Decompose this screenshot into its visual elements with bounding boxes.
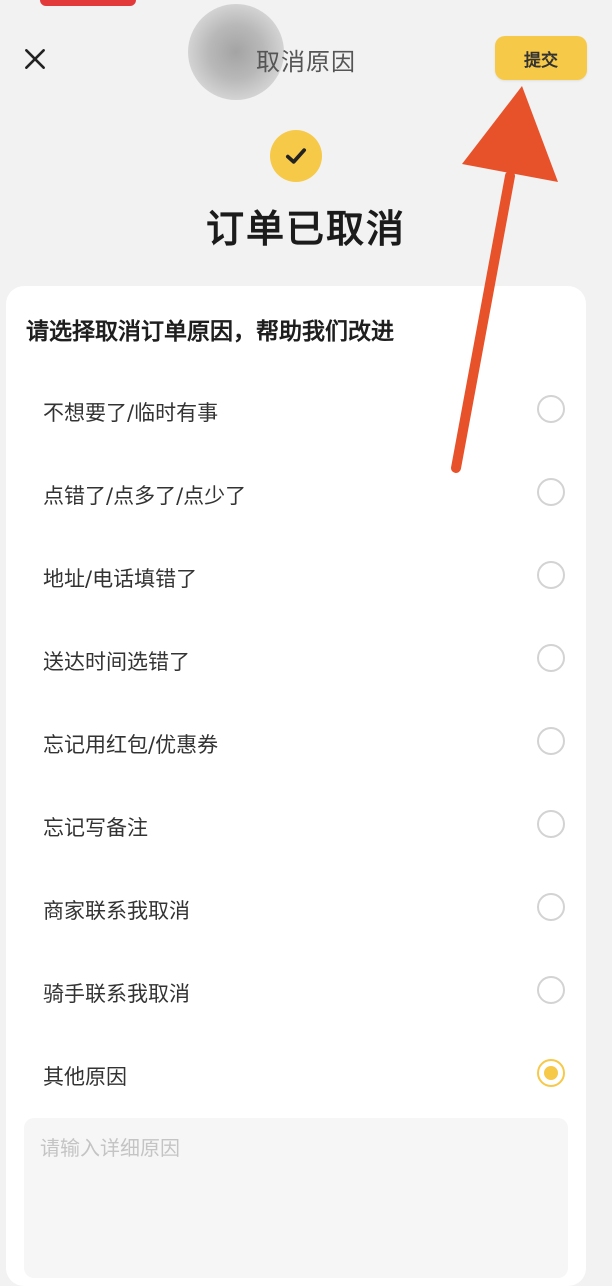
radio-button[interactable]	[537, 810, 565, 838]
detail-reason-input[interactable]	[24, 1118, 568, 1278]
reason-list: 不想要了/临时有事 点错了/点多了/点少了 地址/电话填错了 送达时间选错了 忘…	[6, 368, 586, 1115]
radio-button[interactable]	[537, 395, 565, 423]
reason-label: 忘记用红包/优惠券	[43, 733, 219, 757]
submit-button[interactable]: 提交	[495, 36, 587, 80]
reason-option[interactable]: 骑手联系我取消	[6, 949, 586, 1032]
radio-button[interactable]	[537, 1059, 565, 1087]
reason-option[interactable]: 商家联系我取消	[6, 866, 586, 949]
radio-button[interactable]	[537, 478, 565, 506]
check-circle-icon	[270, 130, 322, 182]
reason-label: 送达时间选错了	[43, 650, 190, 674]
radio-button[interactable]	[537, 727, 565, 755]
radio-button[interactable]	[537, 893, 565, 921]
cancel-reason-card: 请选择取消订单原因，帮助我们改进 不想要了/临时有事 点错了/点多了/点少了 地…	[6, 286, 586, 1286]
reason-option[interactable]: 忘记写备注	[6, 783, 586, 866]
reason-label: 不想要了/临时有事	[43, 401, 219, 425]
radio-button[interactable]	[537, 561, 565, 589]
reason-option[interactable]: 送达时间选错了	[6, 617, 586, 700]
radio-button[interactable]	[537, 976, 565, 1004]
reason-option[interactable]: 地址/电话填错了	[6, 534, 586, 617]
reason-label: 骑手联系我取消	[43, 982, 190, 1006]
order-status-title: 订单已取消	[205, 207, 406, 251]
header: 取消原因 提交	[0, 0, 612, 120]
reason-prompt: 请选择取消订单原因，帮助我们改进	[26, 319, 394, 345]
reason-option[interactable]: 忘记用红包/优惠券	[6, 700, 586, 783]
reason-label: 其他原因	[43, 1065, 127, 1089]
reason-option[interactable]: 点错了/点多了/点少了	[6, 451, 586, 534]
reason-label: 商家联系我取消	[43, 899, 190, 923]
reason-label: 忘记写备注	[43, 816, 148, 840]
reason-label: 地址/电话填错了	[43, 567, 198, 591]
reason-option[interactable]: 不想要了/临时有事	[6, 368, 586, 451]
reason-option[interactable]: 其他原因	[6, 1032, 586, 1115]
radio-button[interactable]	[537, 644, 565, 672]
reason-label: 点错了/点多了/点少了	[43, 484, 247, 508]
